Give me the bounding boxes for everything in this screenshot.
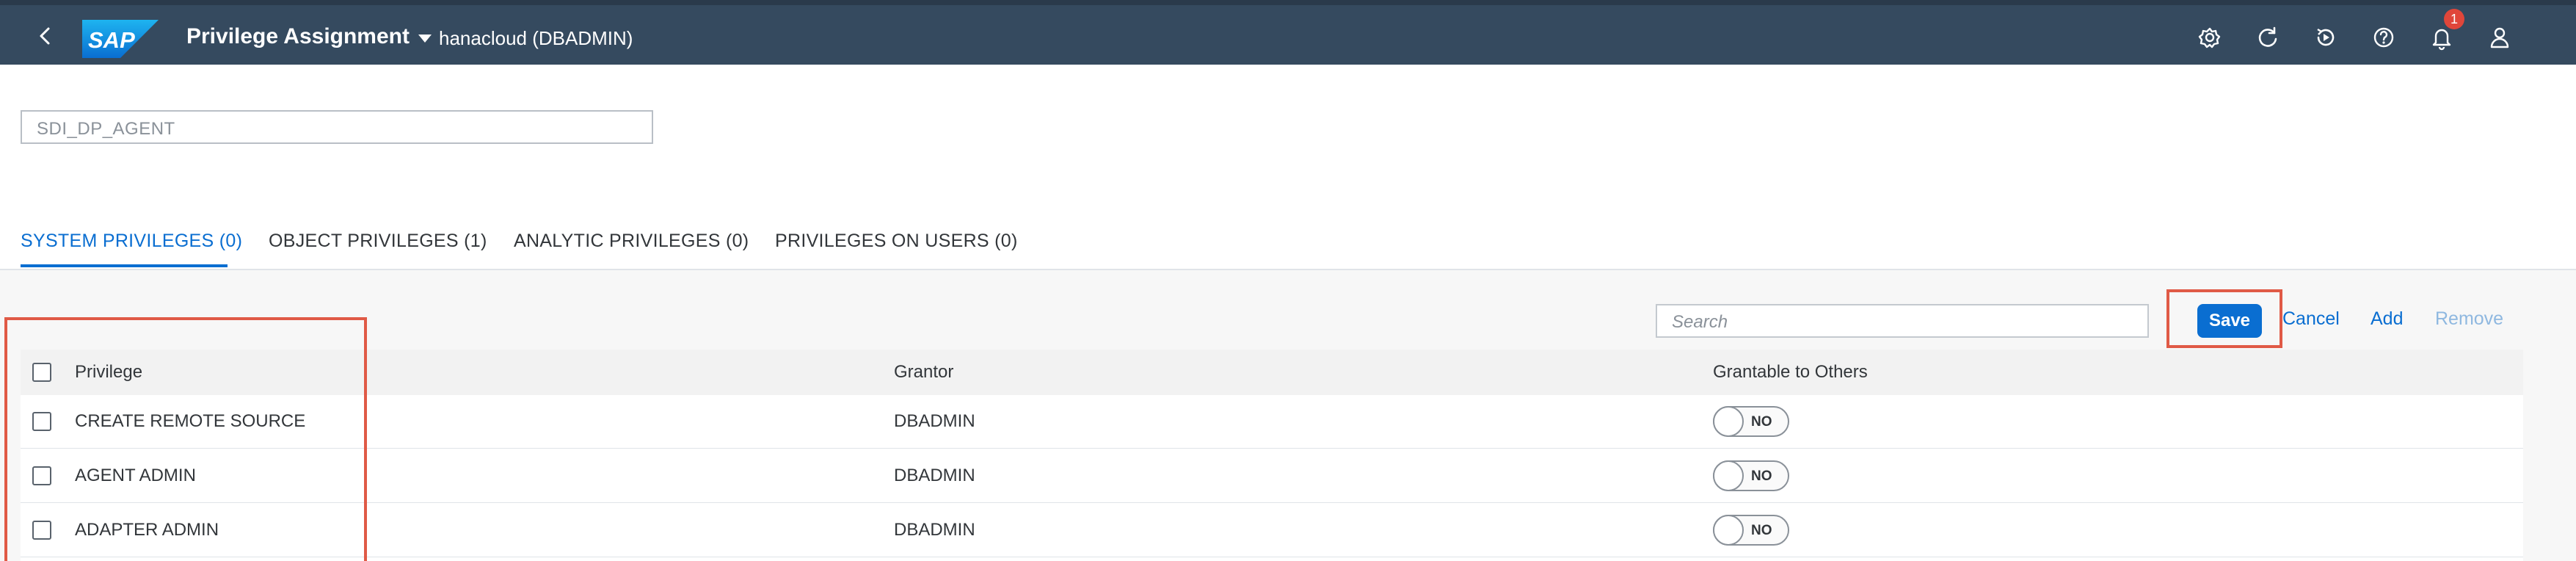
table-header: Privilege Grantor Grantable to Others xyxy=(21,350,2523,396)
tab-privileges-on-users[interactable]: PRIVILEGES ON USERS (0) xyxy=(775,231,1018,252)
help-icon[interactable] xyxy=(2369,23,2398,52)
cancel-button[interactable]: Cancel xyxy=(2282,308,2340,330)
refresh-icon[interactable] xyxy=(2253,23,2282,52)
privilege-tabs: SYSTEM PRIVILEGES (0) OBJECT PRIVILEGES … xyxy=(0,220,2576,270)
grantor-name: DBADMIN xyxy=(894,411,975,431)
column-header-grantable: Grantable to Others xyxy=(1713,362,1868,382)
add-button[interactable]: Add xyxy=(2371,308,2403,330)
grantable-toggle[interactable]: NO xyxy=(1713,460,1789,491)
save-button[interactable]: Save xyxy=(2197,304,2262,338)
toggle-knob xyxy=(1713,515,1744,546)
app-title: Privilege Assignment xyxy=(186,24,410,48)
system-label: hanacloud (DBADMIN) xyxy=(439,27,633,49)
notification-badge: 1 xyxy=(2444,9,2464,29)
active-tab-indicator xyxy=(21,264,228,267)
tab-object-privileges[interactable]: OBJECT PRIVILEGES (1) xyxy=(269,231,487,252)
shell-bar: SAP Privilege Assignment hanacloud (DBAD… xyxy=(0,0,2576,65)
replay-icon[interactable] xyxy=(2311,23,2340,52)
settings-icon[interactable] xyxy=(2195,23,2224,52)
back-icon[interactable] xyxy=(31,21,60,51)
svg-text:SAP: SAP xyxy=(88,27,135,53)
grantor-name: DBADMIN xyxy=(894,520,975,540)
table-row[interactable]: CREATE REMOTE SOURCE DBADMIN NO xyxy=(21,395,2523,449)
sap-logo: SAP xyxy=(82,20,159,58)
caret-down-icon xyxy=(418,34,432,43)
toggle-state: NO xyxy=(1751,468,1772,484)
privileges-table: Privilege Grantor Grantable to Others CR… xyxy=(21,350,2523,561)
toggle-state: NO xyxy=(1751,523,1772,538)
role-name-field[interactable]: SDI_DP_AGENT xyxy=(21,110,653,144)
user-icon[interactable] xyxy=(2485,23,2514,52)
grantable-toggle[interactable]: NO xyxy=(1713,406,1789,437)
remove-button: Remove xyxy=(2435,308,2504,329)
search-input[interactable]: Search xyxy=(1656,304,2149,338)
privilege-column-highlight-box xyxy=(4,317,367,561)
grantable-toggle[interactable]: NO xyxy=(1713,515,1789,546)
grantor-name: DBADMIN xyxy=(894,466,975,485)
app-title-menu[interactable]: Privilege Assignment xyxy=(186,24,432,49)
table-row[interactable]: ADAPTER ADMIN DBADMIN NO xyxy=(21,504,2523,557)
tab-system-privileges[interactable]: SYSTEM PRIVILEGES (0) xyxy=(21,231,242,252)
toggle-knob xyxy=(1713,460,1744,491)
toggle-knob xyxy=(1713,406,1744,437)
column-header-grantor: Grantor xyxy=(894,362,954,382)
table-row[interactable]: AGENT ADMIN DBADMIN NO xyxy=(21,449,2523,503)
toggle-state: NO xyxy=(1751,414,1772,430)
tab-analytic-privileges[interactable]: ANALYTIC PRIVILEGES (0) xyxy=(514,231,749,252)
